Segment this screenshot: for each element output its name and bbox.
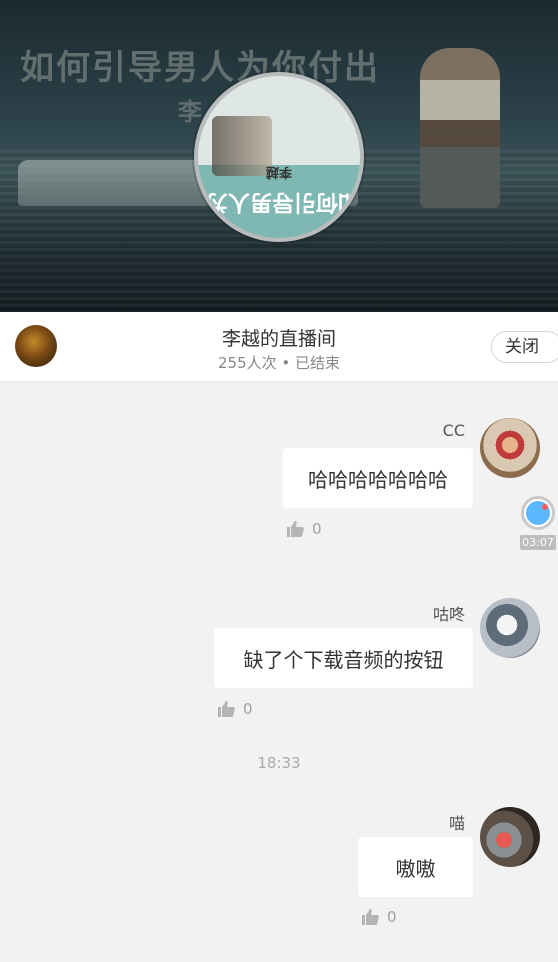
rotating-disc-cover[interactable]: 李越 如何引导男人为你付出	[194, 72, 364, 242]
audio-duration: 03:07	[520, 535, 556, 550]
thumbs-up-icon	[362, 909, 379, 925]
close-button[interactable]: 关闭	[491, 331, 558, 363]
sender-avatar[interactable]	[480, 598, 540, 658]
disc-title: 如何引导男人为你付出	[198, 189, 360, 214]
like-count: 0	[387, 908, 397, 926]
like-button[interactable]: 0	[362, 908, 397, 926]
message-bubble[interactable]: 哈哈哈哈哈哈哈	[283, 448, 473, 508]
like-count: 0	[312, 520, 322, 538]
room-info-bar: 李越的直播间 255人次 • 已结束 关闭	[0, 312, 558, 382]
sender-avatar[interactable]	[480, 418, 540, 478]
cover-person-shape	[420, 48, 500, 208]
thumbs-up-icon	[287, 521, 304, 537]
like-count: 0	[243, 700, 253, 718]
live-cover-image: 如何引导男人为你付出 李 李越 如何引导男人为你付出	[0, 0, 558, 312]
cover-overlay-subtitle: 李	[178, 98, 202, 126]
thumbs-up-icon	[218, 701, 235, 717]
audio-disc-icon	[526, 501, 550, 525]
message-bubble[interactable]: 嗷嗷	[358, 837, 473, 897]
message-sender-name: CC	[442, 421, 465, 440]
message-timestamp: 18:33	[257, 754, 301, 772]
like-button[interactable]: 0	[218, 700, 253, 718]
message-sender-name: 咕咚	[432, 605, 465, 624]
room-title: 李越的直播间	[221, 328, 336, 350]
message-sender-name: 喵	[448, 814, 465, 833]
sender-avatar[interactable]	[480, 807, 540, 867]
cover-overlay-title: 如何引导男人为你付出	[20, 48, 380, 88]
room-meta: 255人次 • 已结束	[217, 354, 340, 372]
disc-subtitle: 李越	[266, 164, 293, 179]
audio-play-button[interactable]	[521, 496, 555, 530]
message-bubble[interactable]: 缺了个下载音频的按钮	[214, 628, 473, 688]
like-button[interactable]: 0	[287, 520, 322, 538]
